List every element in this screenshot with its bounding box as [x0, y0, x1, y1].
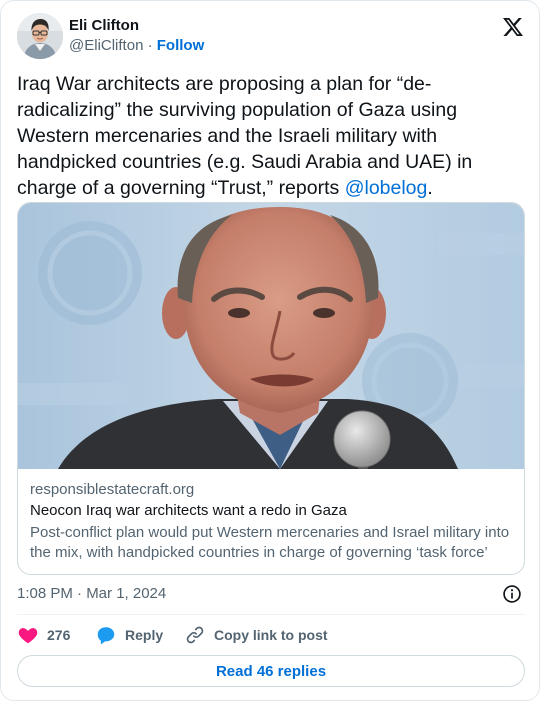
copy-link-button[interactable]: Copy link to post [185, 623, 328, 647]
tweet-text: Iraq War architects are proposing a plan… [17, 71, 517, 201]
copy-link-label: Copy link to post [214, 627, 328, 643]
read-replies-button[interactable]: Read 46 replies [17, 655, 525, 687]
reply-label: Reply [125, 627, 164, 643]
info-icon[interactable] [502, 584, 522, 604]
author-handle[interactable]: @EliClifton [69, 37, 143, 54]
tweet-header: Eli Clifton @EliClifton · Follow [17, 13, 525, 61]
user-info: Eli Clifton @EliClifton · Follow [69, 17, 204, 56]
tweet-embed-card: Eli Clifton @EliClifton · Follow Iraq Wa… [0, 0, 540, 701]
link-icon [186, 626, 204, 644]
avatar[interactable] [17, 13, 63, 59]
link-title: Neocon Iraq war architects want a redo i… [30, 502, 347, 519]
tweet-text-end: . [427, 177, 433, 199]
like-button[interactable]: 276 [17, 623, 70, 647]
divider [17, 614, 525, 615]
like-count: 276 [47, 627, 71, 643]
tweet-timestamp[interactable]: 1:08 PM · Mar 1, 2024 [17, 584, 166, 604]
link-domain: responsiblestatecraft.org [30, 481, 195, 498]
link-description: Post-conflict plan would put Western mer… [30, 524, 510, 561]
avatar-photo [17, 13, 63, 59]
mention-link[interactable]: @lobelog [345, 177, 428, 199]
link-preview-image [18, 203, 524, 469]
action-bar: 276 Reply Copy link to post [17, 623, 525, 647]
handle-line: @EliClifton · Follow [69, 36, 204, 56]
heart-icon [18, 628, 38, 644]
speech-bubble-icon [97, 627, 115, 645]
handle-separator: · [143, 37, 157, 54]
author-name[interactable]: Eli Clifton [69, 17, 204, 35]
link-preview-card[interactable]: responsiblestatecraft.org Neocon Iraq wa… [17, 202, 525, 575]
follow-button[interactable]: Follow [157, 37, 205, 54]
link-preview-meta: responsiblestatecraft.org Neocon Iraq wa… [30, 480, 516, 563]
x-logo-icon[interactable] [501, 15, 525, 39]
reply-button[interactable]: Reply [95, 623, 163, 647]
